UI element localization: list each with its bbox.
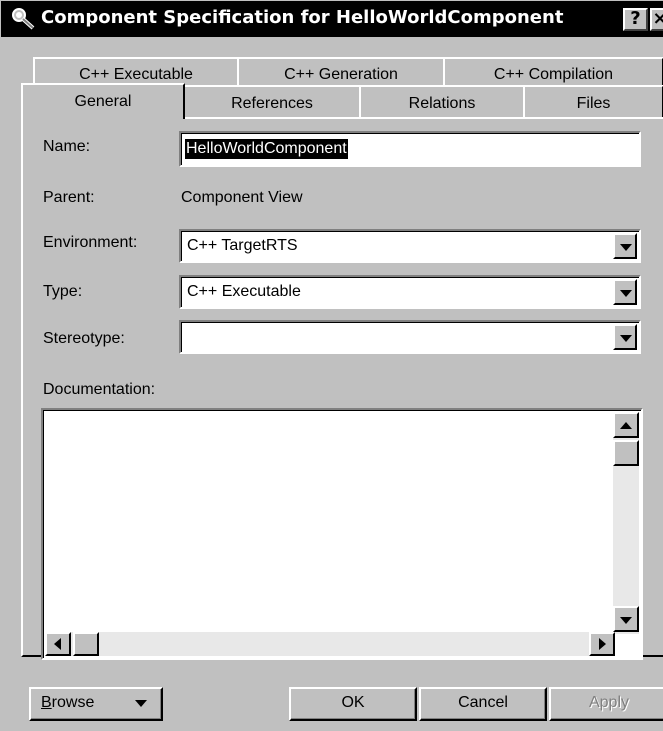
tab-references[interactable]: References (183, 85, 361, 117)
type-value: C++ Executable (187, 283, 301, 300)
scroll-right-button[interactable] (589, 632, 615, 656)
name-input[interactable]: HelloWorldComponent (179, 131, 641, 167)
parent-label: Parent: (43, 189, 95, 206)
name-label: Name: (43, 138, 91, 155)
tab-cpp-compilation[interactable]: C++ Compilation (443, 57, 663, 87)
arrow-left-icon (54, 638, 61, 650)
ok-button[interactable]: OK (289, 687, 417, 721)
environment-value: C++ TargetRTS (187, 237, 298, 254)
stereotype-dropdown-button[interactable] (613, 324, 637, 350)
type-label: Type: (43, 283, 83, 300)
tab-cpp-generation[interactable]: C++ Generation (237, 57, 445, 87)
tab-relations[interactable]: Relations (359, 85, 525, 117)
environment-dropdown-button[interactable] (613, 233, 637, 259)
chevron-down-icon (620, 290, 632, 297)
type-dropdown-button[interactable] (613, 279, 637, 305)
scroll-down-button[interactable] (613, 606, 639, 632)
close-button[interactable]: × (650, 8, 663, 31)
chevron-down-icon (620, 335, 632, 342)
chevron-down-icon (135, 700, 147, 707)
scroll-left-button[interactable] (45, 632, 71, 656)
documentation-textarea[interactable] (41, 408, 643, 660)
stereotype-dropdown[interactable] (179, 320, 641, 354)
name-input-value: HelloWorldComponent (185, 139, 348, 159)
browse-button[interactable]: Browse (29, 687, 163, 721)
window-title: Component Specification for HelloWorldCo… (41, 7, 564, 28)
tab-files[interactable]: Files (523, 85, 663, 117)
scroll-up-button[interactable] (613, 412, 639, 438)
stereotype-label: Stereotype: (43, 330, 125, 347)
browse-label: rowse (51, 694, 95, 711)
environment-dropdown[interactable]: C++ TargetRTS (179, 229, 641, 263)
help-button[interactable]: ? (623, 8, 648, 31)
vertical-scroll-thumb[interactable] (613, 440, 639, 466)
horizontal-scroll-thumb[interactable] (73, 632, 99, 656)
horizontal-scrollbar[interactable] (45, 632, 615, 656)
tab-general[interactable]: General (21, 83, 185, 119)
vertical-scrollbar[interactable] (613, 412, 639, 634)
arrow-up-icon (620, 422, 632, 429)
parent-value: Component View (181, 189, 303, 206)
browse-mnemonic: B (41, 694, 52, 711)
environment-label: Environment: (43, 234, 138, 251)
arrow-right-icon (599, 638, 606, 650)
arrow-down-icon (620, 617, 632, 624)
title-bar[interactable]: Component Specification for HelloWorldCo… (1, 1, 663, 37)
chevron-down-icon (620, 244, 632, 251)
apply-button[interactable]: Apply (549, 687, 663, 721)
component-specification-dialog: Component Specification for HelloWorldCo… (0, 0, 663, 731)
magnifier-icon (11, 7, 37, 31)
documentation-label: Documentation: (43, 381, 156, 398)
cancel-button[interactable]: Cancel (419, 687, 547, 721)
type-dropdown[interactable]: C++ Executable (179, 275, 641, 309)
